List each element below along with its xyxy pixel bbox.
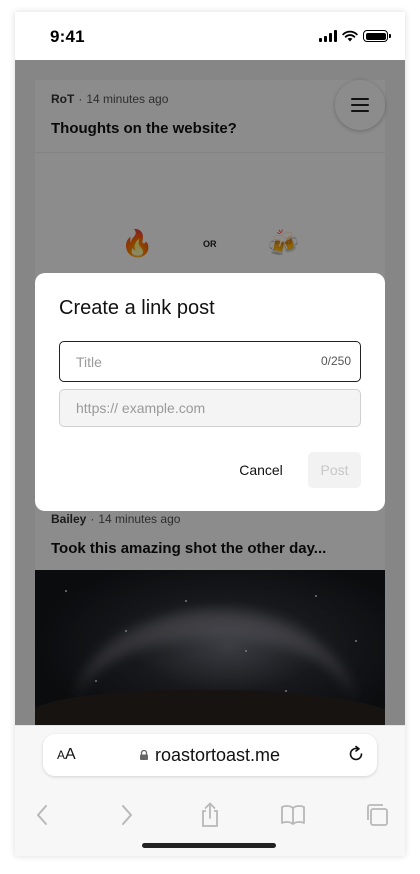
bookmarks-button[interactable] <box>280 802 306 828</box>
url-field[interactable] <box>59 389 361 427</box>
create-link-post-modal: Create a link post 0/250 Cancel Post <box>35 273 385 511</box>
status-icons <box>319 30 391 42</box>
modal-title: Create a link post <box>59 297 215 319</box>
forward-button[interactable] <box>114 802 140 828</box>
lock-icon <box>140 750 148 760</box>
cancel-button[interactable]: Cancel <box>229 452 293 488</box>
cellular-signal-icon <box>319 30 337 42</box>
chevron-left-icon <box>37 805 47 825</box>
share-icon <box>202 802 218 827</box>
text-size-button[interactable]: AA <box>57 746 76 764</box>
url-input[interactable] <box>60 390 360 426</box>
book-icon <box>281 805 305 825</box>
status-bar: 9:41 <box>15 12 405 60</box>
share-button[interactable] <box>197 802 223 828</box>
post-button[interactable]: Post <box>308 452 361 488</box>
battery-icon <box>363 30 391 42</box>
address-bar[interactable]: AA roastortoast.me <box>43 734 377 776</box>
wifi-icon <box>342 30 358 42</box>
title-char-counter: 0/250 <box>320 354 351 368</box>
title-field[interactable]: 0/250 <box>59 341 361 382</box>
title-input[interactable] <box>60 342 360 381</box>
back-button[interactable] <box>29 802 55 828</box>
chevron-right-icon <box>122 805 132 825</box>
reload-icon[interactable] <box>347 745 365 763</box>
status-time: 9:41 <box>50 27 85 46</box>
browser-bar: AA roastortoast.me <box>15 725 405 856</box>
tabs-icon <box>367 804 388 826</box>
tabs-button[interactable] <box>364 802 390 828</box>
url-text: roastortoast.me <box>155 745 281 765</box>
browser-toolbar <box>15 794 405 834</box>
phone-screen: 9:41 RoT · 14 minutes ago Thoughts on the … <box>15 12 405 856</box>
home-indicator[interactable] <box>142 843 276 848</box>
